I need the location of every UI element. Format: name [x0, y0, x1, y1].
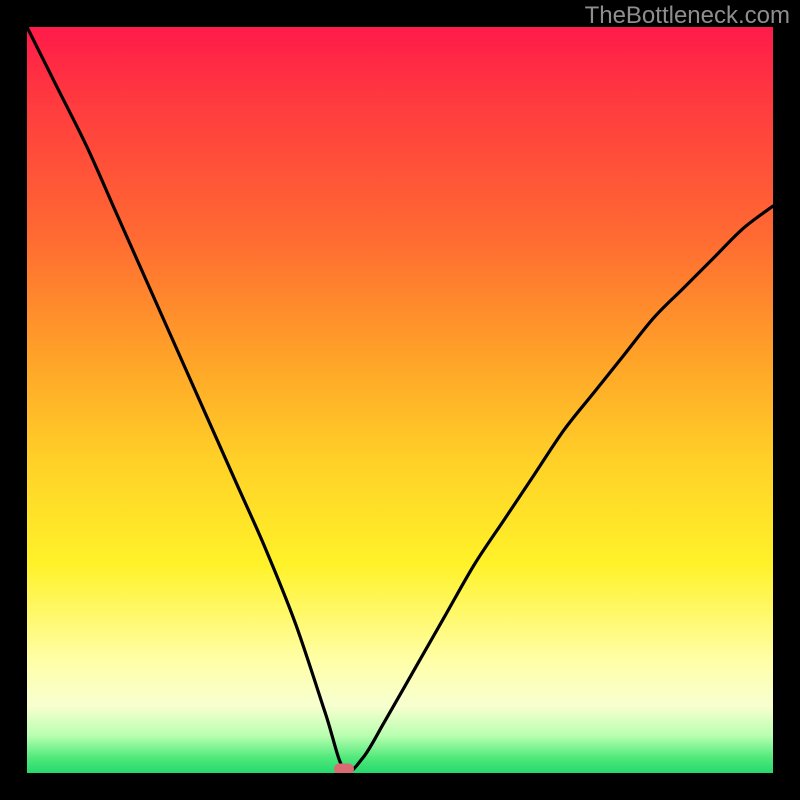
curve-svg	[27, 27, 773, 773]
chart-frame: TheBottleneck.com	[0, 0, 800, 800]
plot-area	[27, 27, 773, 773]
optimal-marker	[334, 764, 354, 773]
watermark-text: TheBottleneck.com	[585, 2, 790, 30]
bottleneck-curve	[27, 27, 773, 772]
